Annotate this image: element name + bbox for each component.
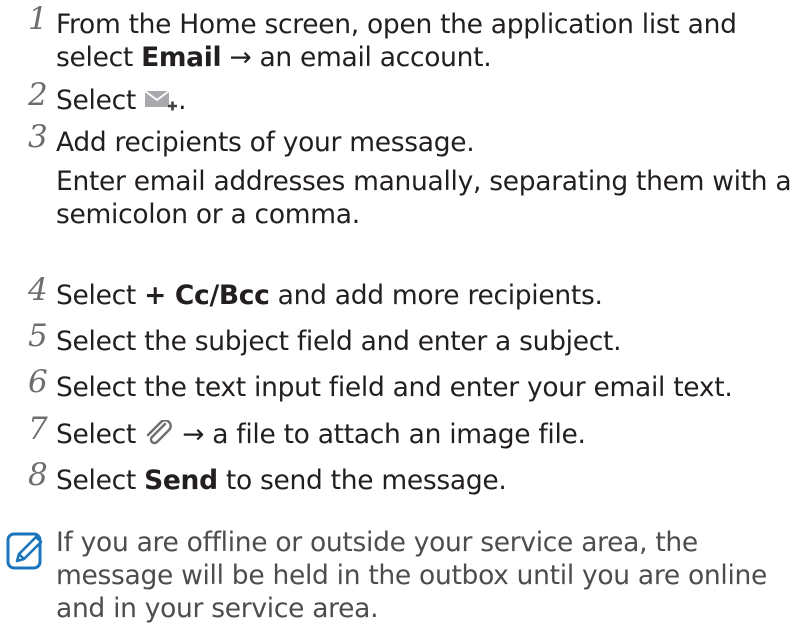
step-number: 1 [28, 1, 48, 37]
step-number: 7 [28, 411, 48, 447]
step-detail: Enter email addresses manually, separati… [56, 166, 792, 230]
send-label: Send [144, 465, 218, 496]
step-text: Select the subject field and enter a sub… [56, 326, 622, 357]
step-text: Select Send to send the message. [56, 465, 507, 496]
new-email-icon [144, 87, 178, 120]
step-number: 8 [28, 457, 48, 493]
step-text: Add recipients of your message. Enter em… [56, 126, 801, 231]
step-text: From the Home screen, open the applicati… [56, 9, 737, 73]
step-text: Select the text input field and enter yo… [56, 372, 733, 403]
paperclip-icon [144, 419, 174, 454]
step-number: 2 [28, 77, 48, 113]
step-number: 6 [28, 364, 48, 400]
step-number: 4 [28, 272, 48, 308]
step-text: Select → a file to attach an image file. [56, 418, 801, 454]
step-text: Select . [56, 84, 801, 120]
email-app-label: Email [141, 42, 222, 73]
note-icon [6, 531, 46, 577]
step-number: 5 [28, 318, 48, 354]
manual-page: 1 From the Home screen, open the applica… [0, 0, 807, 644]
step-number: 3 [28, 119, 48, 155]
note-text: If you are offline or outside your servi… [56, 527, 768, 624]
cc-bcc-label: + Cc/Bcc [144, 280, 270, 311]
step-text: Select + Cc/Bcc and add more recipients. [56, 280, 603, 311]
